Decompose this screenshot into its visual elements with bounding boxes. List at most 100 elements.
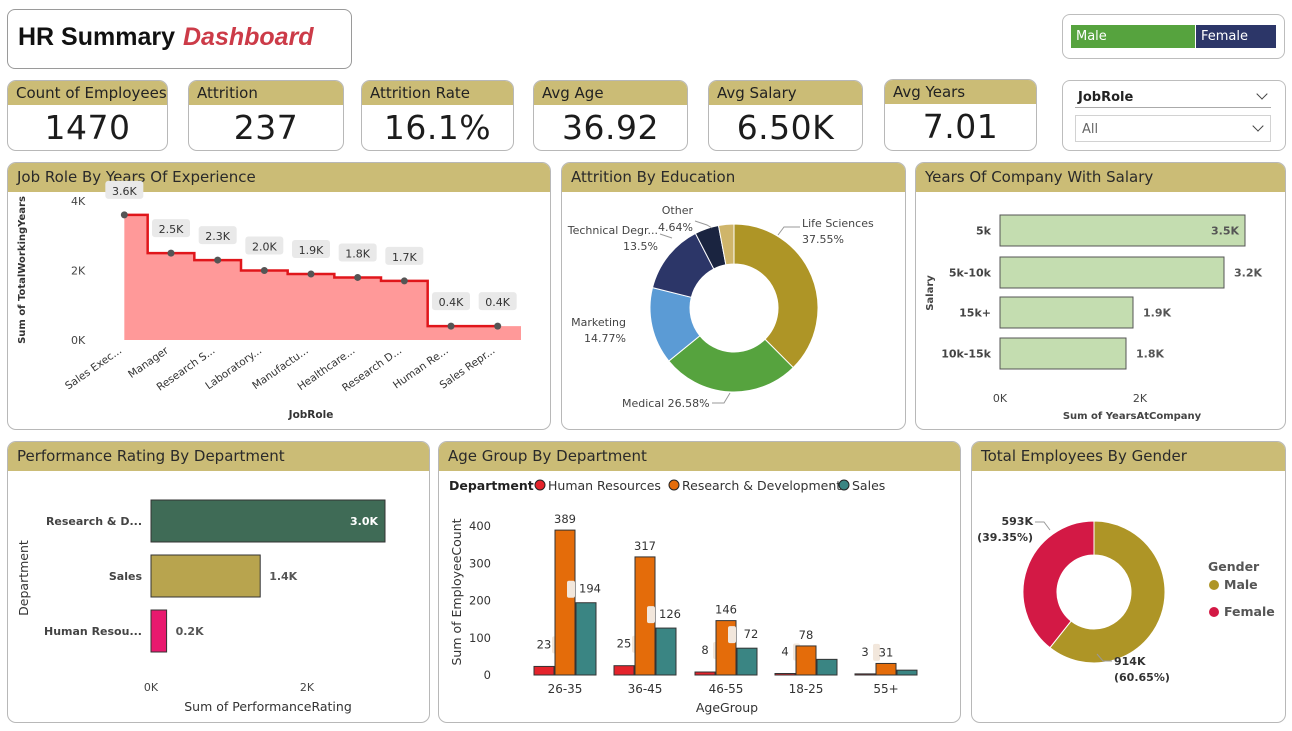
data-label: 1.7K — [392, 251, 417, 264]
data-label-bg — [728, 626, 736, 644]
kpi-value: 1470 — [44, 108, 131, 147]
slice-label: Life Sciences — [802, 217, 874, 230]
x-tick-label: 55+ — [873, 682, 898, 696]
y-axis-title: Salary — [925, 275, 936, 311]
bar — [694, 671, 716, 676]
chevron-down-icon — [1252, 120, 1264, 132]
panel-gender: Total Employees By Gender 914K (60.65%) 59… — [971, 441, 1286, 723]
kpi-avg-years: Avg Years 7.01 — [884, 79, 1037, 151]
y-tick-label: Research & D... — [46, 515, 142, 528]
title-accent: Dashboard — [183, 23, 314, 51]
y-tick-label: 5k — [976, 225, 992, 238]
slice-label: Other — [662, 204, 694, 217]
data-label: 3.6K — [112, 185, 137, 198]
kpi-value: 237 — [233, 108, 299, 147]
data-label: 3.2K — [1234, 267, 1262, 280]
x-tick-label: 26-35 — [548, 682, 583, 696]
bar — [854, 673, 876, 676]
data-label: 1.8K — [345, 247, 370, 260]
job-role-chart: 0K2K4K3.6KSales Exec...2.5KManager2.3KRe… — [17, 180, 521, 421]
y-axis-title: Sum of EmployeeCount — [449, 518, 464, 665]
data-point — [447, 322, 455, 330]
slice-label: (60.65%) — [1114, 671, 1170, 684]
y-tick-label: 15k+ — [959, 307, 991, 320]
data-label-bg — [647, 606, 655, 624]
bar — [795, 645, 817, 676]
data-label: 23 — [537, 637, 552, 651]
data-label: 1.9K — [1143, 307, 1171, 320]
y-tick-label: 300 — [469, 556, 491, 570]
x-tick-label: 2K — [1133, 392, 1148, 405]
leader-line — [1035, 521, 1051, 531]
data-label: 78 — [799, 628, 814, 642]
bar — [999, 296, 1134, 329]
bar — [150, 609, 168, 653]
data-label: 2.5K — [159, 223, 184, 236]
gender-donut-chart: 914K (60.65%) 593K (39.35%) Gender Male Female — [977, 515, 1275, 684]
slice-label: Medical 26.58% — [622, 397, 710, 410]
data-label: 317 — [634, 539, 656, 553]
y-tick-label: Sales — [109, 570, 143, 583]
kpi-label: Count of Employees — [8, 81, 167, 105]
legend-title: Department — [449, 478, 534, 493]
data-label: 4 — [781, 645, 788, 659]
data-label: 3.0K — [350, 515, 378, 528]
chevron-down-icon[interactable] — [1256, 88, 1268, 100]
kpi-value: 36.92 — [562, 108, 659, 147]
data-label: 1.4K — [269, 570, 297, 583]
y-axis-title: Department — [16, 540, 31, 616]
data-label: 31 — [879, 645, 894, 659]
bar — [736, 647, 758, 676]
x-axis-title: Sum of YearsAtCompany — [1063, 411, 1202, 422]
kpi-attrition-rate: Attrition Rate 16.1% — [361, 80, 514, 151]
y-tick-label: 0 — [484, 668, 491, 682]
slice-label: 14.77% — [584, 332, 626, 345]
data-point — [494, 322, 502, 330]
slice-label: 4.64% — [658, 221, 693, 234]
panel-job-role: Job Role By Years Of Experience 0K 2K 4K 3.… — [7, 162, 551, 430]
y-tick-label: 400 — [469, 519, 491, 533]
slice-label: 37.55% — [802, 233, 844, 246]
data-label: 146 — [715, 603, 737, 617]
x-tick-label: 18-25 — [789, 682, 824, 696]
page-title: HR Summary Dashboard — [18, 23, 314, 52]
kpi-attrition: Attrition 237 — [188, 80, 344, 151]
slice-label: (39.35%) — [977, 531, 1033, 544]
legend-marker — [668, 479, 680, 491]
data-label: 8 — [701, 643, 708, 657]
x-tick-label: 0K — [144, 681, 159, 694]
age-group-bar-chart: Department Human Resources Research & Deve… — [449, 478, 918, 715]
x-tick-label: 0K — [993, 392, 1008, 405]
x-tick-label: 46-55 — [709, 682, 744, 696]
bar — [613, 665, 635, 676]
kpi-value: 6.50K — [736, 108, 835, 147]
data-label: 72 — [744, 627, 759, 641]
panel-education: Attrition By Education Life Sciences 37.5… — [561, 162, 906, 430]
bar — [896, 669, 918, 676]
jobrole-dropdown[interactable]: All — [1075, 115, 1271, 142]
leader-line — [712, 392, 731, 404]
x-tick-label: 36-45 — [628, 682, 663, 696]
data-label: 3 — [861, 645, 868, 659]
y-tick-label: 200 — [469, 594, 491, 608]
slice-label: 13.5% — [623, 240, 658, 253]
education-donut-chart: Life Sciences 37.55% Medical 26.58% Marketi… — [567, 204, 874, 410]
data-label: 126 — [659, 607, 681, 621]
dashboard-title-box: HR Summary Dashboard — [7, 9, 352, 69]
legend-female[interactable]: Female — [1196, 25, 1276, 48]
bar — [999, 214, 1246, 247]
legend-label: Research & Development — [682, 478, 841, 493]
y-tick-label: 100 — [469, 631, 491, 645]
data-point — [120, 211, 128, 219]
x-tick-label: Manager — [126, 344, 171, 381]
data-label: 25 — [617, 637, 632, 651]
x-axis-title: JobRole — [288, 409, 334, 421]
slice-label: Marketing — [571, 316, 626, 329]
y-tick-label: 10k-15k — [941, 348, 991, 361]
legend-title: Gender — [1208, 559, 1260, 574]
legend-male[interactable]: Male — [1071, 25, 1195, 48]
y-tick-label: 2K — [71, 265, 86, 278]
kpi-value: 7.01 — [922, 107, 999, 146]
data-point — [400, 277, 408, 285]
bar — [999, 256, 1225, 289]
